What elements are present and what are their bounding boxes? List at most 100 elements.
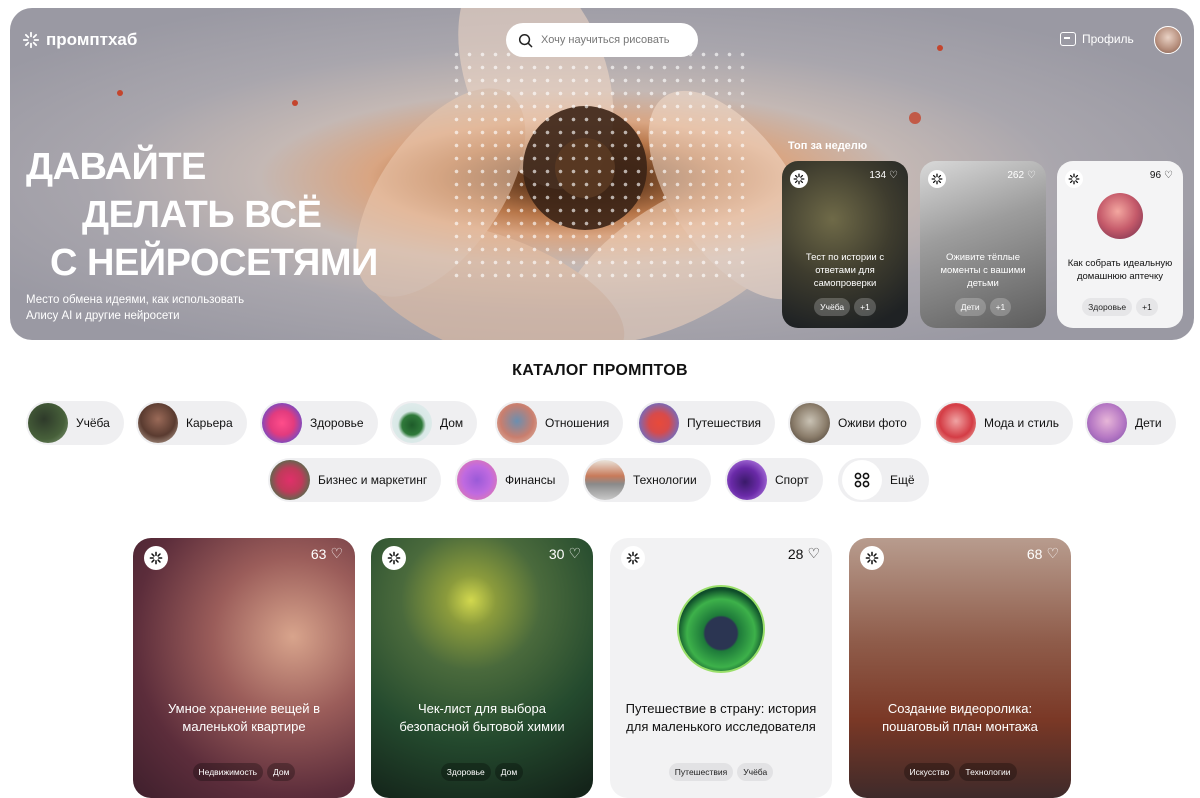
category-career[interactable]: Карьера bbox=[136, 401, 247, 445]
top-card[interactable]: 262 ♡ Оживите тёплые моменты с вашими дет… bbox=[920, 161, 1046, 328]
card-title: Чек-лист для выбора безопасной бытовой х… bbox=[399, 701, 565, 734]
tag[interactable]: Учёба bbox=[814, 298, 851, 316]
dot-pattern bbox=[450, 48, 750, 278]
category-relationships[interactable]: Отношения bbox=[495, 401, 624, 445]
card-tags: Здоровье Дом bbox=[371, 763, 593, 781]
category-label: Дети bbox=[1135, 416, 1162, 430]
category-label: Спорт bbox=[775, 473, 809, 487]
prompt-card[interactable]: 68 ♡ Создание видеоролика: пошаговый план… bbox=[849, 538, 1071, 798]
category-label: Бизнес и маркетинг bbox=[318, 473, 428, 487]
category-animate-photo[interactable]: Оживи фото bbox=[788, 401, 921, 445]
tag[interactable]: Путешествия bbox=[668, 763, 734, 781]
tag[interactable]: Технологии bbox=[959, 763, 1017, 781]
heart-icon: ♡ bbox=[568, 545, 581, 561]
category-fashion[interactable]: Мода и стиль bbox=[934, 401, 1074, 445]
sparkle-icon bbox=[621, 546, 645, 570]
category-image bbox=[727, 460, 767, 500]
like-count[interactable]: 30 ♡ bbox=[549, 545, 581, 562]
likes-value: 68 bbox=[1026, 545, 1043, 562]
like-count[interactable]: 134 ♡ bbox=[869, 170, 898, 181]
category-image bbox=[639, 403, 679, 443]
card-tags: Искусство Технологии bbox=[849, 763, 1071, 781]
category-image bbox=[790, 403, 830, 443]
heart-icon: ♡ bbox=[1164, 170, 1173, 181]
top-card[interactable]: 96 ♡ Как собрать идеальную домашнюю аптеч… bbox=[1057, 161, 1183, 328]
prompt-card[interactable]: 63 ♡ Умное хранение вещей в маленькой ква… bbox=[133, 538, 355, 798]
category-label: Оживи фото bbox=[838, 416, 907, 430]
card-image bbox=[1097, 193, 1143, 239]
card-tags: Дети +1 bbox=[920, 298, 1046, 316]
likes-value: 63 bbox=[310, 545, 327, 562]
category-more-button[interactable]: Ещё bbox=[838, 458, 929, 502]
category-image bbox=[1087, 403, 1127, 443]
grid-icon bbox=[842, 460, 882, 500]
category-sport[interactable]: Спорт bbox=[725, 458, 823, 502]
sparkle-icon bbox=[382, 546, 406, 570]
tag[interactable]: Здоровье bbox=[440, 763, 491, 781]
category-finance[interactable]: Финансы bbox=[455, 458, 570, 502]
tag[interactable]: Учёба bbox=[737, 763, 774, 781]
card-title: Умное хранение вещей в маленькой квартир… bbox=[167, 701, 321, 734]
category-image bbox=[28, 403, 68, 443]
category-health[interactable]: Здоровье bbox=[260, 401, 378, 445]
like-count[interactable]: 96 ♡ bbox=[1150, 170, 1173, 181]
tag-more[interactable]: +1 bbox=[854, 298, 876, 316]
category-kids[interactable]: Дети bbox=[1085, 401, 1176, 445]
card-title: Оживите тёплые моменты с вашими детьми bbox=[940, 252, 1026, 289]
logo[interactable]: промптхаб bbox=[22, 30, 137, 50]
hero-headline: ДАВАЙТЕ ДЕЛАТЬ ВСЁ С НЕЙРОСЕТЯМИ bbox=[26, 143, 378, 287]
top-week-label: Топ за неделю bbox=[788, 140, 868, 152]
card-tags: Путешествия Учёба bbox=[610, 763, 832, 781]
profile-icon bbox=[1060, 32, 1076, 46]
like-count[interactable]: 262 ♡ bbox=[1007, 170, 1036, 181]
category-home[interactable]: Дом bbox=[390, 401, 478, 445]
top-card[interactable]: 134 ♡ Тест по истории с ответами для само… bbox=[782, 161, 908, 328]
prompt-card[interactable]: 28 ♡ Путешествие в страну: история для ма… bbox=[610, 538, 832, 798]
tag[interactable]: Дом bbox=[494, 763, 524, 781]
category-label: Учёба bbox=[76, 416, 110, 430]
like-count[interactable]: 68 ♡ bbox=[1027, 545, 1059, 562]
tag[interactable]: Искусство bbox=[903, 763, 956, 781]
tag[interactable]: Дети bbox=[954, 298, 986, 316]
heart-icon: ♡ bbox=[889, 170, 898, 181]
tag-more[interactable]: +1 bbox=[1136, 298, 1158, 316]
tag[interactable]: Дом bbox=[267, 763, 296, 781]
search-input[interactable] bbox=[541, 34, 681, 46]
headline-line: ДАВАЙТЕ bbox=[26, 146, 206, 188]
card-title: Создание видеоролика: пошаговый план мон… bbox=[882, 701, 1038, 734]
profile-label: Профиль bbox=[1082, 32, 1134, 46]
headline-line: ДЕЛАТЬ ВСЁ bbox=[82, 194, 322, 236]
avatar[interactable] bbox=[1154, 26, 1182, 54]
category-image bbox=[262, 403, 302, 443]
card-tags: Здоровье +1 bbox=[1057, 298, 1183, 316]
sparkle-icon bbox=[144, 546, 168, 570]
catalog-title: КАТАЛОГ ПРОМПТОВ bbox=[512, 362, 688, 379]
heart-icon: ♡ bbox=[1027, 170, 1036, 181]
likes-value: 28 bbox=[787, 545, 804, 562]
hero-subtitle: Место обмена идеями, как использовать Ал… bbox=[26, 294, 245, 322]
tag[interactable]: Здоровье bbox=[1082, 298, 1133, 316]
prompt-card[interactable]: 30 ♡ Чек-лист для выбора безопасной бытов… bbox=[371, 538, 593, 798]
category-business[interactable]: Бизнес и маркетинг bbox=[268, 458, 442, 502]
category-study[interactable]: Учёба bbox=[26, 401, 124, 445]
category-travel[interactable]: Путешествия bbox=[637, 401, 776, 445]
likes-value: 262 bbox=[1007, 170, 1025, 181]
like-count[interactable]: 28 ♡ bbox=[788, 545, 820, 562]
tag-more[interactable]: +1 bbox=[989, 298, 1012, 316]
search-bar[interactable] bbox=[506, 23, 698, 57]
category-label: Отношения bbox=[545, 416, 610, 430]
category-image bbox=[392, 403, 432, 443]
category-image bbox=[457, 460, 497, 500]
category-label: Мода и стиль bbox=[984, 416, 1060, 430]
sparkle-icon bbox=[860, 546, 884, 570]
card-tags: Учёба +1 bbox=[782, 298, 908, 316]
profile-button[interactable]: Профиль bbox=[1060, 32, 1134, 46]
category-label: Карьера bbox=[186, 416, 233, 430]
tag[interactable]: Недвижимость bbox=[192, 763, 264, 781]
search-icon bbox=[518, 33, 533, 47]
sparkle-icon bbox=[1065, 170, 1083, 188]
card-image bbox=[677, 585, 765, 673]
like-count[interactable]: 63 ♡ bbox=[311, 545, 343, 562]
card-title: Как собрать идеальную домашнюю аптечку bbox=[1067, 258, 1173, 282]
category-tech[interactable]: Технологии bbox=[583, 458, 711, 502]
